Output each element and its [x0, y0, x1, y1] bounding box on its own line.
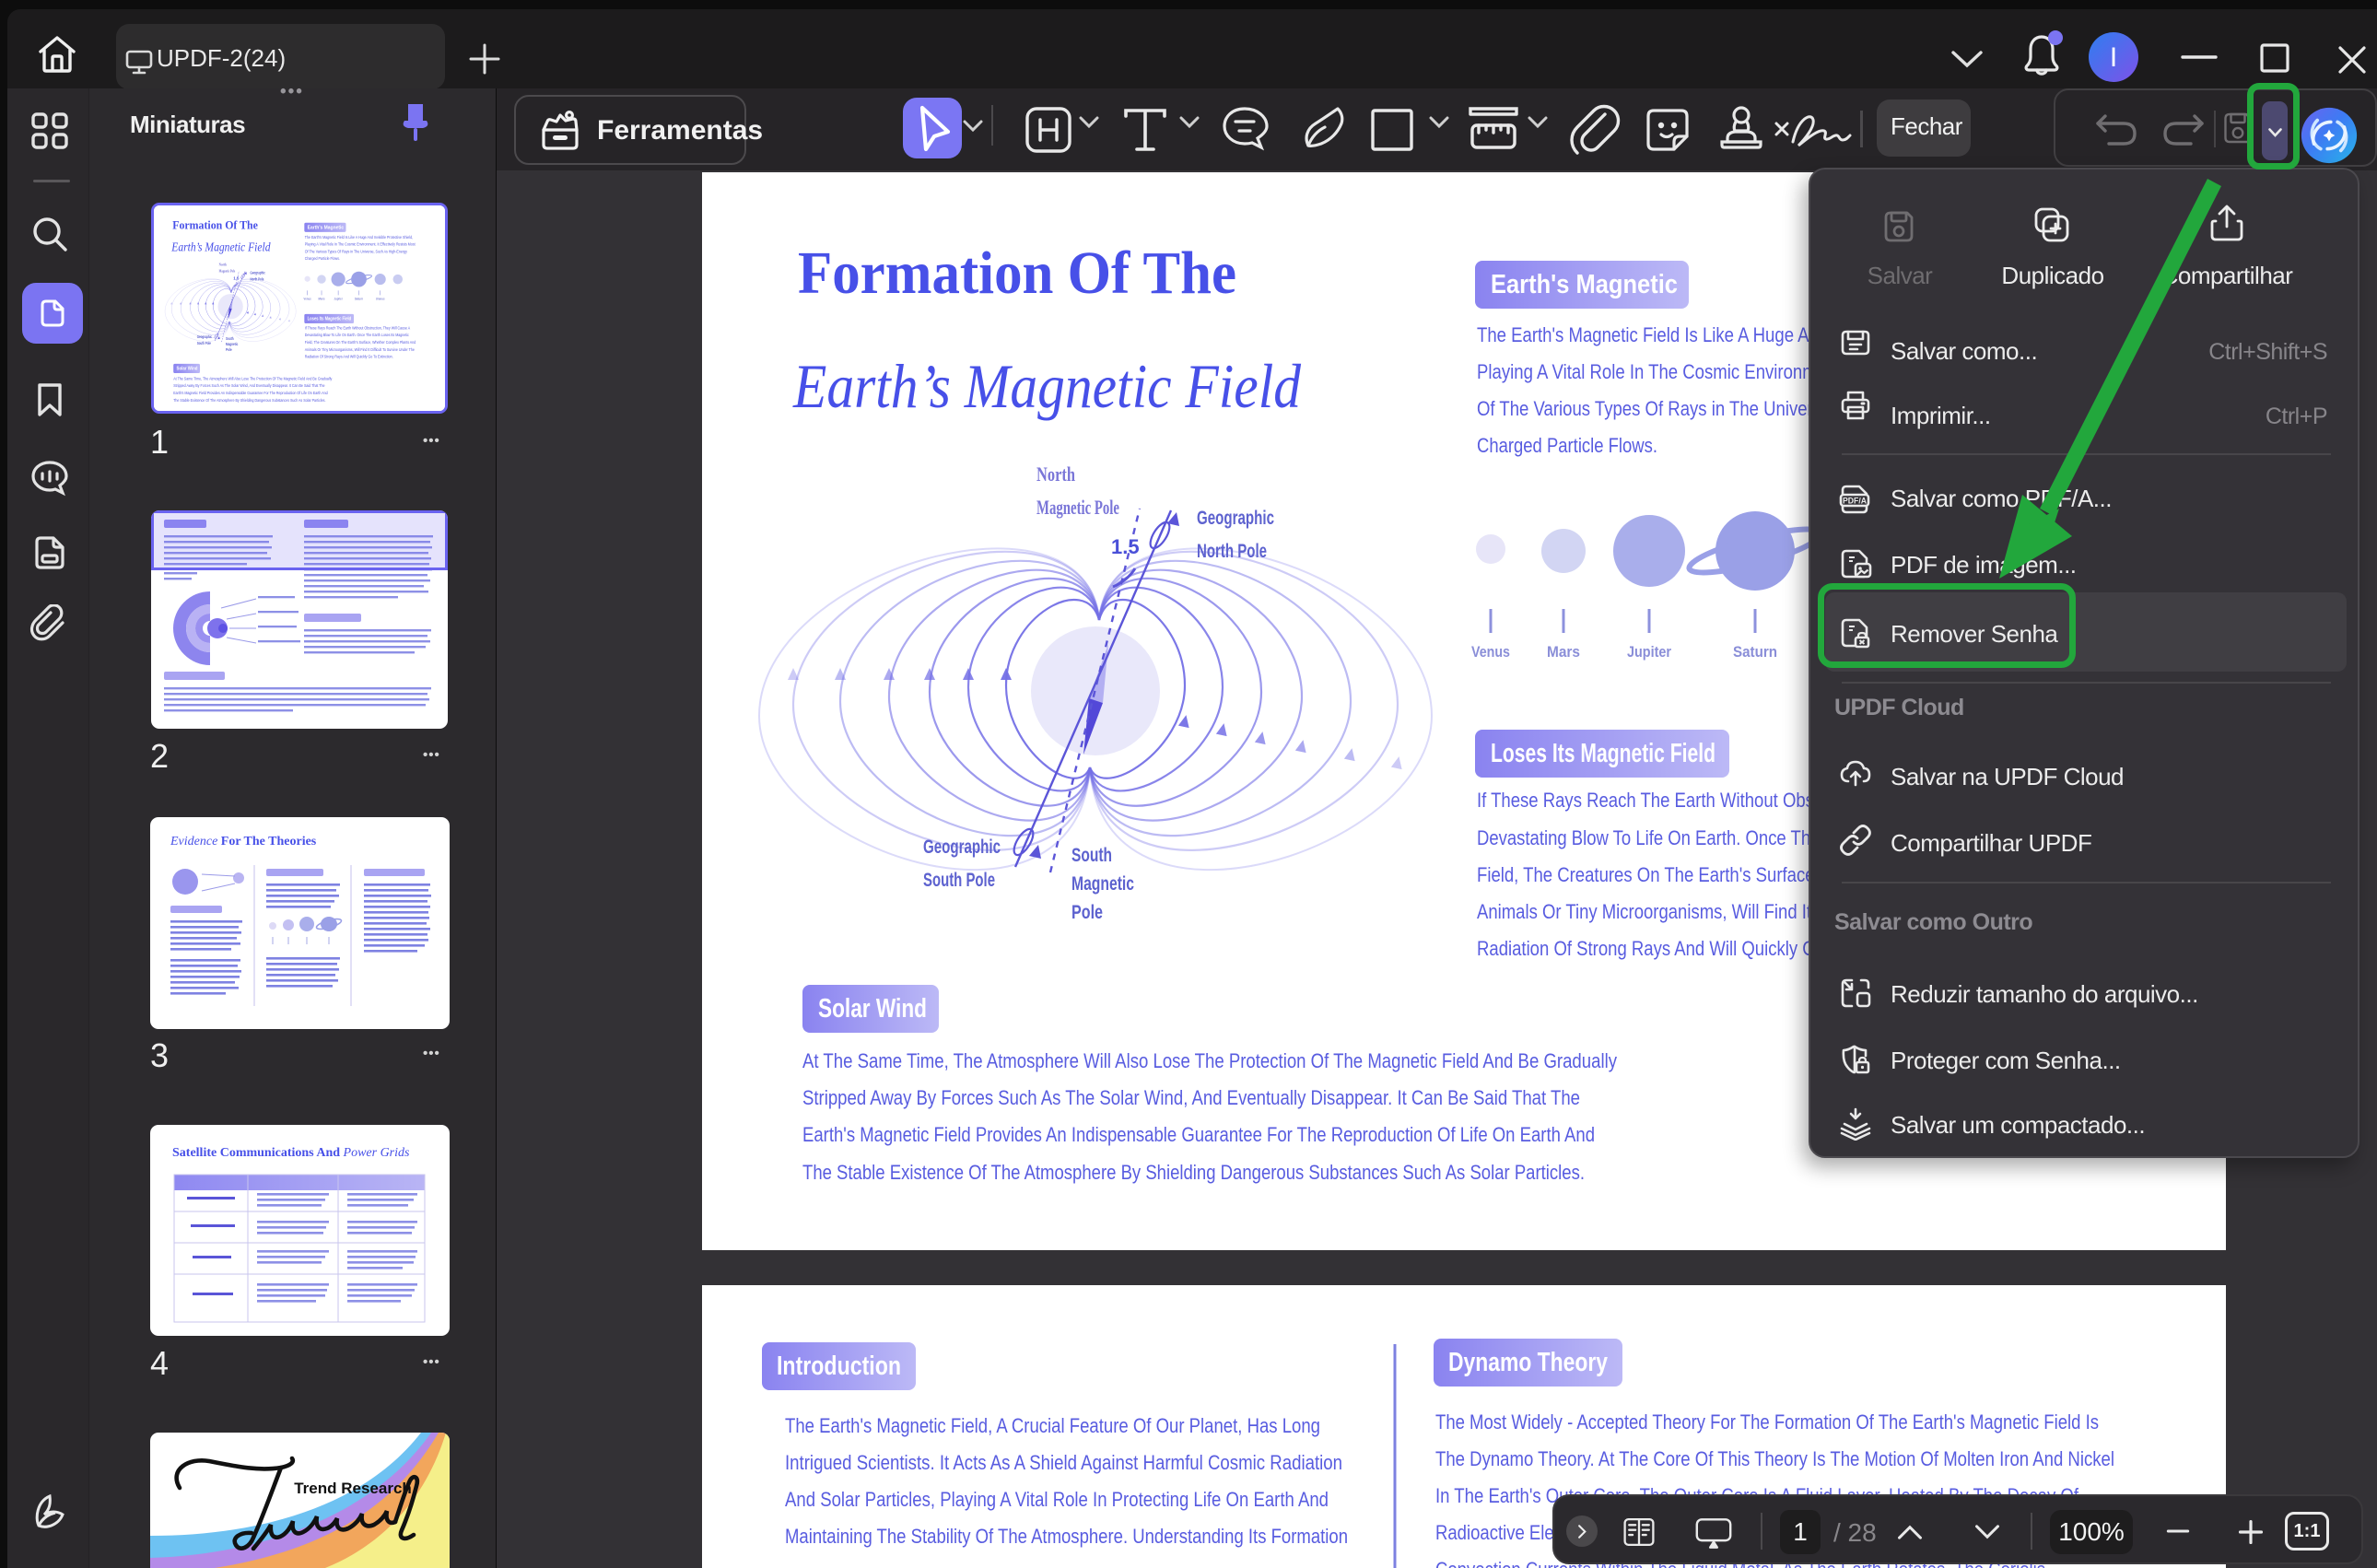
svg-text:Evidence For The Theories: Evidence For The Theories: [170, 835, 317, 848]
svg-text:PDF/A: PDF/A: [1843, 497, 1867, 507]
svg-text:Satellite Communications And P: Satellite Communications And Power Grids: [172, 1146, 410, 1160]
svg-text:Trend Research: Trend Research: [294, 1480, 412, 1497]
svg-text:I: I: [2110, 42, 2117, 73]
